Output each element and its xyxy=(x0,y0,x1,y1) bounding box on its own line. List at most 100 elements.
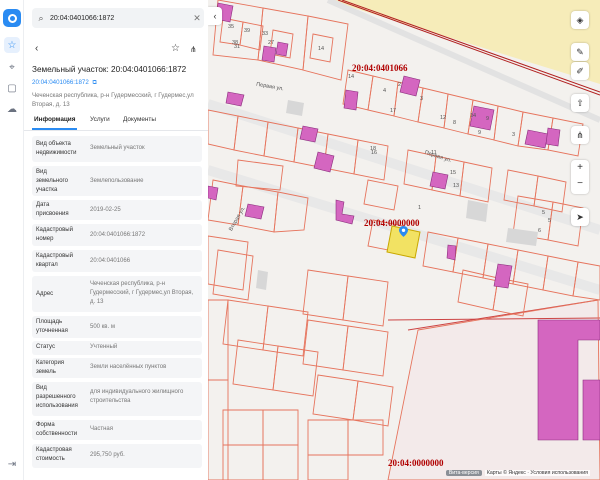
edit-icon[interactable]: ✐ xyxy=(571,62,589,80)
lot-number: 8 xyxy=(453,120,457,126)
table-row: Статус Учтенный xyxy=(32,341,202,355)
tab-services[interactable]: Услуги xyxy=(90,116,110,123)
logout-icon[interactable]: ⇥ xyxy=(4,456,20,472)
map-view[interactable]: 31 35 39 38 27 33 14 11 15 13 16 14 9 3 … xyxy=(208,0,600,480)
tabs: Информация Услуги Документы xyxy=(24,113,208,131)
lot-number: 5 xyxy=(548,218,552,224)
row-value: 20:04:0401066 xyxy=(90,258,131,264)
zoom-out-button[interactable]: − xyxy=(571,176,589,192)
map-attribution: Вита-версия Карты © Яндекс · Условия исп… xyxy=(445,468,590,477)
lot-number: 6 xyxy=(538,228,542,234)
lot-number: 2 xyxy=(398,82,402,88)
beta-tag: Вита-версия xyxy=(445,469,482,476)
row-key: Категория земель xyxy=(36,360,65,375)
cadastral-number-text: 20:04:0401066:1872 xyxy=(32,79,89,86)
row-value: Учтенный xyxy=(90,344,118,350)
search-icon: ⌕ xyxy=(38,12,44,23)
row-key: Форма собственности xyxy=(36,422,78,437)
address-subtitle: Чеченская республика, р-н Гудермесский, … xyxy=(32,92,194,108)
row-value: для индивидуального жилищного строительс… xyxy=(90,389,184,404)
row-value: Частная xyxy=(90,426,113,432)
clear-search-icon[interactable]: ✕ xyxy=(190,13,204,24)
favorites-star-icon[interactable]: ☆ xyxy=(4,37,20,53)
cloud-icon[interactable]: ☁ xyxy=(4,101,20,117)
share-map-icon[interactable]: ⋔ xyxy=(571,126,589,144)
row-key: Кадастровый номер xyxy=(36,227,73,242)
lot-number: 9 xyxy=(478,130,482,136)
cadastral-district-label: 20:04:0000000 xyxy=(388,458,444,468)
row-key: Кадастровая стоимость xyxy=(36,447,72,462)
cadastral-quarter-label: 20:04:0401066 xyxy=(352,63,408,73)
table-row: Кадастровая стоимость 295,750 руб. xyxy=(32,444,202,468)
lot-number: 39 xyxy=(244,28,251,34)
collapse-panel-button[interactable]: ‹ xyxy=(208,7,222,25)
attribution-text[interactable]: Карты © Яндекс · Условия использования xyxy=(484,469,590,476)
app-window: ☆ ⌖ ▢ ☁ ⇥ ⌕ 20:04:0401066:1872 ✕ ‹ ☆ ⋔ З… xyxy=(0,0,600,480)
row-value: 2019-02-25 xyxy=(90,207,121,213)
left-rail: ☆ ⌖ ▢ ☁ ⇥ xyxy=(0,0,24,480)
row-key: Дата присвоения xyxy=(36,202,69,217)
row-value: 20:04:0401066:1872 xyxy=(90,232,146,238)
favorite-star-icon[interactable]: ☆ xyxy=(171,43,180,54)
cadastral-district-label: 20:04:0000000 xyxy=(364,218,420,228)
lot-number: 15 xyxy=(450,170,457,176)
layers-icon[interactable]: ◈ xyxy=(571,11,589,29)
lot-number: 14 xyxy=(470,113,477,119)
table-row: Площадь уточненная 500 кв. м xyxy=(32,316,202,338)
table-row: Вид разрешенного использования для индив… xyxy=(32,382,202,416)
navigate-arrow-icon[interactable]: ➤ xyxy=(571,208,589,226)
lot-number: 14 xyxy=(318,46,325,52)
lot-number: 3 xyxy=(420,96,424,102)
row-value: Земельный участок xyxy=(90,145,145,151)
lot-number: 1 xyxy=(418,205,422,211)
row-key: Адрес xyxy=(36,291,54,297)
lot-number: 12 xyxy=(440,115,447,121)
pin-tool-icon[interactable]: ⌖ xyxy=(4,59,20,75)
row-key: Статус xyxy=(36,344,55,350)
app-logo[interactable] xyxy=(3,9,21,27)
zoom-control: + − xyxy=(571,160,589,194)
zoom-in-button[interactable]: + xyxy=(571,160,589,176)
search-bar[interactable]: ⌕ 20:04:0401066:1872 ✕ xyxy=(32,8,204,28)
lot-number: 17 xyxy=(390,108,397,114)
cadastral-number-link[interactable]: 20:04:0401066:1872 ⧉ xyxy=(32,79,97,87)
row-key: Вид объекта недвижимости xyxy=(36,141,77,156)
lot-number: 18 xyxy=(370,146,377,152)
lot-number: 33 xyxy=(262,31,269,37)
upload-cloud-icon[interactable]: ⇧ xyxy=(571,94,589,112)
lot-number: 35 xyxy=(228,24,235,30)
info-panel: ⌕ 20:04:0401066:1872 ✕ ‹ ☆ ⋔ Земельный у… xyxy=(24,0,208,480)
row-key: Кадастровый квартал xyxy=(36,253,73,268)
share-icon[interactable]: ⋔ xyxy=(190,45,197,54)
ruler-icon[interactable]: ✎ xyxy=(571,43,589,61)
row-key: Площадь уточненная xyxy=(36,319,68,334)
row-key: Вид разрешенного использования xyxy=(36,385,78,409)
table-row: Вид земельного участка Землепользование xyxy=(32,166,202,196)
lot-number: 3 xyxy=(512,132,516,138)
row-value: 295,750 руб. xyxy=(90,452,125,458)
table-row: Адрес Чеченская республика, р-н Гудермес… xyxy=(32,276,202,312)
table-row: Кадастровый номер 20:04:0401066:1872 xyxy=(32,224,202,246)
lot-number: 38 xyxy=(232,40,239,46)
row-value: Землепользование xyxy=(90,178,144,184)
lot-number: 13 xyxy=(453,183,460,189)
layers-square-icon[interactable]: ▢ xyxy=(4,80,20,96)
table-row: Дата присвоения 2019-02-25 xyxy=(32,200,202,220)
page-title: Земельный участок: 20:04:0401066:1872 xyxy=(32,65,187,74)
row-key: Вид земельного участка xyxy=(36,169,68,193)
lot-number: 27 xyxy=(268,40,275,46)
copy-icon[interactable]: ⧉ xyxy=(93,79,97,86)
row-value: 500 кв. м xyxy=(90,324,115,330)
tab-documents[interactable]: Документы xyxy=(123,116,156,123)
row-value: Земли населённых пунктов xyxy=(90,364,167,370)
back-button[interactable]: ‹ xyxy=(35,43,38,54)
table-row: Форма собственности Частная xyxy=(32,420,202,440)
lot-number: 14 xyxy=(348,74,355,80)
lot-number: 5 xyxy=(542,210,546,216)
tab-info[interactable]: Информация xyxy=(31,116,78,130)
lot-number: 9 xyxy=(486,116,490,122)
lot-number: 4 xyxy=(383,88,387,94)
table-row: Кадастровый квартал 20:04:0401066 xyxy=(32,250,202,272)
location-pin-icon[interactable] xyxy=(399,226,408,237)
search-input[interactable]: 20:04:0401066:1872 xyxy=(50,15,190,22)
